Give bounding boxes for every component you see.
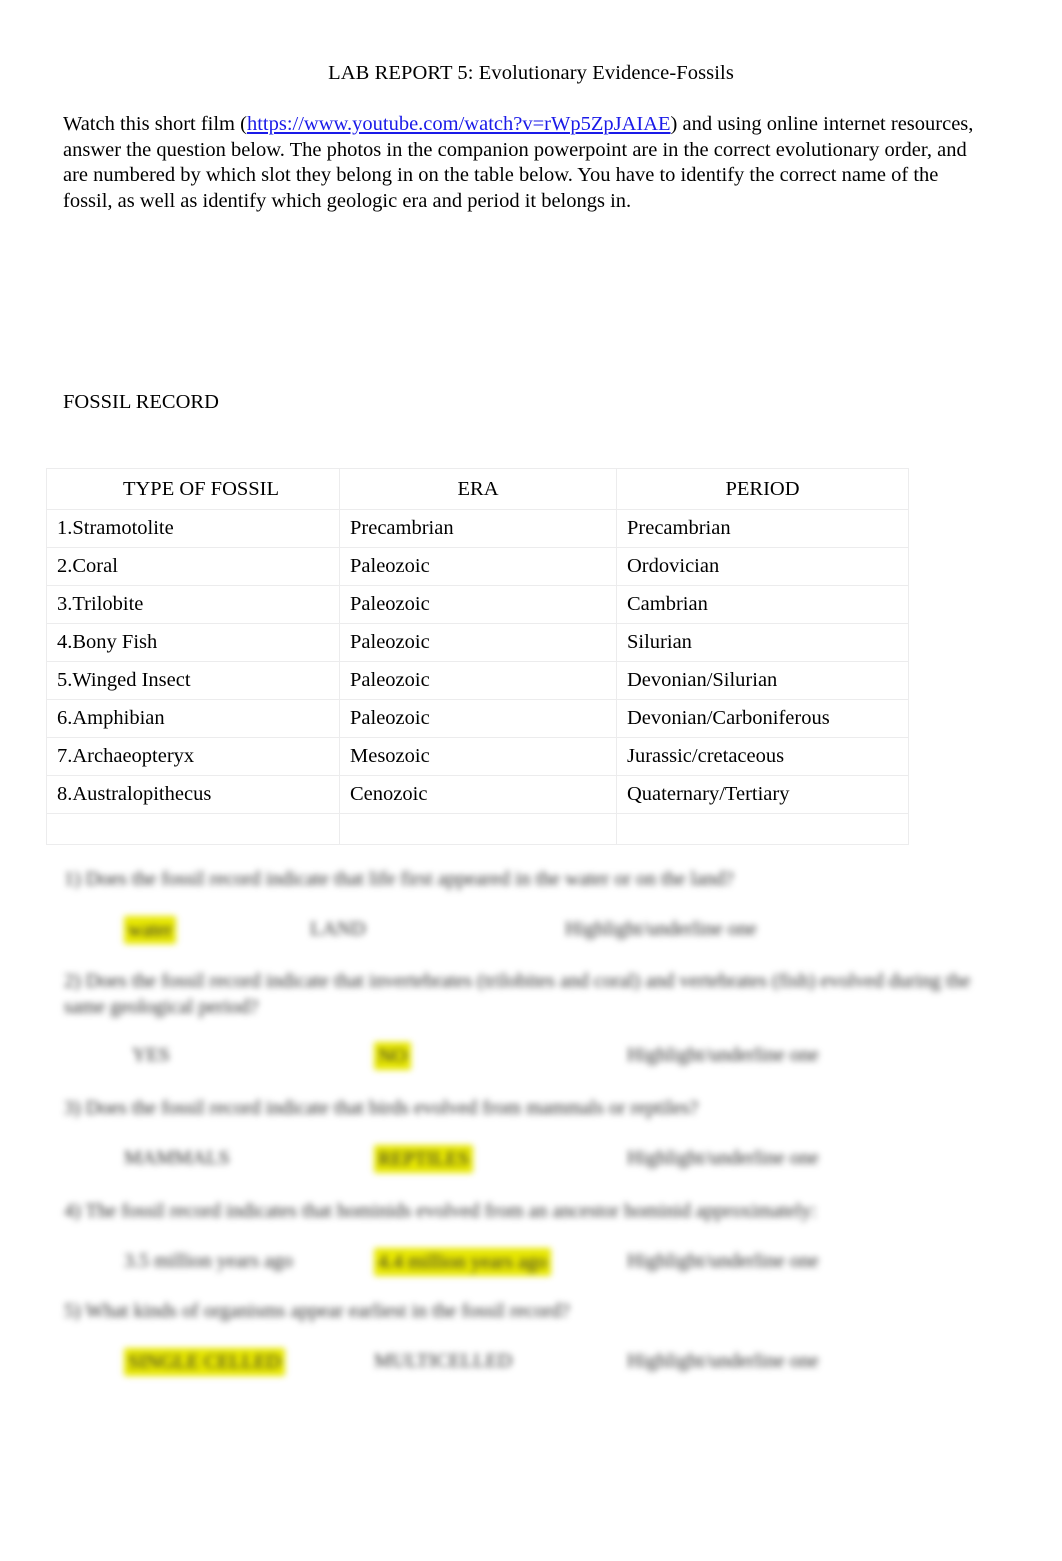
question-3-option-2[interactable]: REPTILES [374,1145,474,1173]
cell-period: Silurian [616,623,909,662]
cell-era [339,813,617,845]
page-title: LAB REPORT 5: Evolutionary Evidence-Foss… [328,62,734,84]
question-5-option-1[interactable]: SINGLE CELLED [124,1348,285,1376]
cell-era: Paleozoic [339,585,617,624]
cell-era: Paleozoic [339,547,617,586]
cell-period: Devonian/Silurian [616,661,909,700]
cell-period: Devonian/Carboniferous [616,699,909,738]
table-body: 1.Stramotolite Precambrian Precambrian 2… [46,509,909,845]
cell-period: Precambrian [616,509,909,548]
cell-period [616,813,909,845]
fossil-record-heading: FOSSIL RECORD [63,391,219,413]
cell-period: Cambrian [616,585,909,624]
question-1-option-2[interactable]: LAND [310,916,366,942]
column-header-type-of-fossil: TYPE OF FOSSIL [46,468,340,510]
cell-type: 8.Australopithecus [46,775,340,814]
cell-type: 1.Stramotolite [46,509,340,548]
table-row: 5.Winged Insect Paleozoic Devonian/Silur… [46,661,909,700]
column-header-era: ERA [339,468,617,510]
question-prompt-2: 2) Does the fossil record indicate that … [64,970,976,1018]
question-prompt-1: 1) Does the fossil record indicate that … [64,868,734,890]
table-row-empty [46,813,909,845]
question-3-instruction: Highlight/underline one [627,1147,819,1169]
cell-type: 6.Amphibian [46,699,340,738]
cell-era: Paleozoic [339,623,617,662]
table-header-row: TYPE OF FOSSIL ERA PERIOD [46,468,909,510]
table-row: 2.Coral Paleozoic Ordovician [46,547,909,586]
youtube-film-link[interactable]: https://www.youtube.com/watch?v=rWp5ZpJA… [247,113,671,135]
cell-era: Paleozoic [339,699,617,738]
question-prompt-5: 5) What kinds of organisms appear earlie… [64,1300,570,1322]
fossil-record-table-wrapper: TYPE OF FOSSIL ERA PERIOD 1.Stramotolite… [46,468,909,845]
question-1-instruction: Highlight/underline one [565,918,757,940]
question-prompt-3: 3) Does the fossil record indicate that … [64,1097,699,1119]
cell-era: Cenozoic [339,775,617,814]
cell-type: 5.Winged Insect [46,661,340,700]
cell-period: Ordovician [616,547,909,586]
table-header: TYPE OF FOSSIL ERA PERIOD [46,468,909,510]
cell-era: Paleozoic [339,661,617,700]
cell-type: 3.Trilobite [46,585,340,624]
question-2-option-2[interactable]: NO [374,1042,411,1070]
table-row: 4.Bony Fish Paleozoic Silurian [46,623,909,662]
cell-type [46,813,340,845]
fossil-record-table: TYPE OF FOSSIL ERA PERIOD 1.Stramotolite… [46,468,909,845]
cell-period: Jurassic/cretaceous [616,737,909,776]
question-4-instruction: Highlight/underline one [627,1250,819,1272]
cell-type: 7.Archaeopteryx [46,737,340,776]
cell-type: 4.Bony Fish [46,623,340,662]
intro-text-before-link: Watch this short film ( [63,113,247,135]
table-row: 3.Trilobite Paleozoic Cambrian [46,585,909,624]
column-header-period: PERIOD [616,468,909,510]
question-4-option-2[interactable]: 4.4 million years ago [374,1248,551,1276]
cell-period: Quaternary/Tertiary [616,775,909,814]
table-row: 1.Stramotolite Precambrian Precambrian [46,509,909,548]
question-2-option-1[interactable]: YES [132,1042,170,1068]
question-4-option-1[interactable]: 3.5 million years ago [124,1248,293,1274]
question-prompt-4: 4) The fossil record indicates that homi… [64,1200,817,1222]
cell-era: Precambrian [339,509,617,548]
table-row: 6.Amphibian Paleozoic Devonian/Carbonife… [46,699,909,738]
question-1-option-1[interactable]: water [124,916,177,944]
table-row: 8.Australopithecus Cenozoic Quaternary/T… [46,775,909,814]
question-5-option-2[interactable]: MULTICELLED [374,1348,512,1374]
cell-era: Mesozoic [339,737,617,776]
question-2-instruction: Highlight/underline one [627,1044,819,1066]
question-3-option-1[interactable]: MAMMALS [124,1145,230,1171]
question-5-instruction: Highlight/underline one [627,1350,819,1372]
table-row: 7.Archaeopteryx Mesozoic Jurassic/cretac… [46,737,909,776]
document-page: LAB REPORT 5: Evolutionary Evidence-Foss… [0,0,1062,1561]
intro-paragraph: Watch this short film (https://www.youtu… [63,112,988,214]
cell-type: 2.Coral [46,547,340,586]
